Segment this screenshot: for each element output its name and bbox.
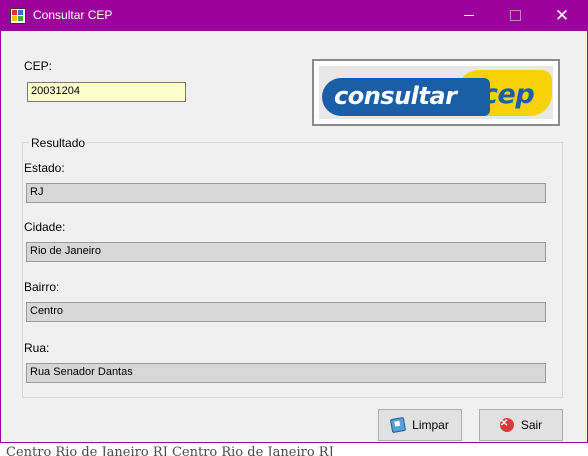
rua-field[interactable]: Rua Senador Dantas xyxy=(26,363,546,383)
estado-field[interactable]: RJ xyxy=(26,183,546,203)
cidade-field[interactable]: Rio de Janeiro xyxy=(26,242,546,262)
resultado-group-title: Resultado xyxy=(29,136,88,150)
maximize-icon xyxy=(509,10,521,21)
cep-input[interactable]: 20031204 xyxy=(27,82,186,102)
title-bar[interactable]: Consultar CEP ✕ xyxy=(1,0,587,31)
minimize-button[interactable] xyxy=(446,0,492,31)
consultar-cep-logo: consultar cep xyxy=(312,59,560,126)
app-icon xyxy=(10,8,26,24)
resultado-groupbox xyxy=(22,142,563,398)
cep-label: CEP: xyxy=(24,59,53,73)
consultar-cep-window: Consultar CEP ✕ CEP: 20031204 consultar … xyxy=(0,0,588,443)
estado-label: Estado: xyxy=(24,161,65,175)
maximize-button[interactable] xyxy=(492,0,538,31)
background-window-text: Centro Rio de Janeiro RJ Centro Rio de J… xyxy=(6,445,334,456)
cidade-label: Cidade: xyxy=(24,220,66,234)
window-title: Consultar CEP xyxy=(33,8,113,22)
logo-word-consultar: consultar xyxy=(334,82,457,110)
rua-label: Rua: xyxy=(24,341,50,355)
sair-button-label: Sair xyxy=(520,418,543,432)
bairro-field[interactable]: Centro xyxy=(26,302,546,322)
minimize-icon xyxy=(464,15,474,16)
close-circle-icon: ✕ xyxy=(499,418,514,432)
limpar-button-label: Limpar xyxy=(412,418,449,432)
close-button[interactable]: ✕ xyxy=(539,0,585,31)
logo-word-cep: cep xyxy=(482,79,535,110)
eraser-icon xyxy=(390,416,407,434)
bairro-label: Bairro: xyxy=(24,280,60,294)
limpar-button[interactable]: Limpar xyxy=(378,409,462,441)
close-icon: ✕ xyxy=(554,6,570,25)
sair-button[interactable]: ✕ Sair xyxy=(479,409,563,441)
